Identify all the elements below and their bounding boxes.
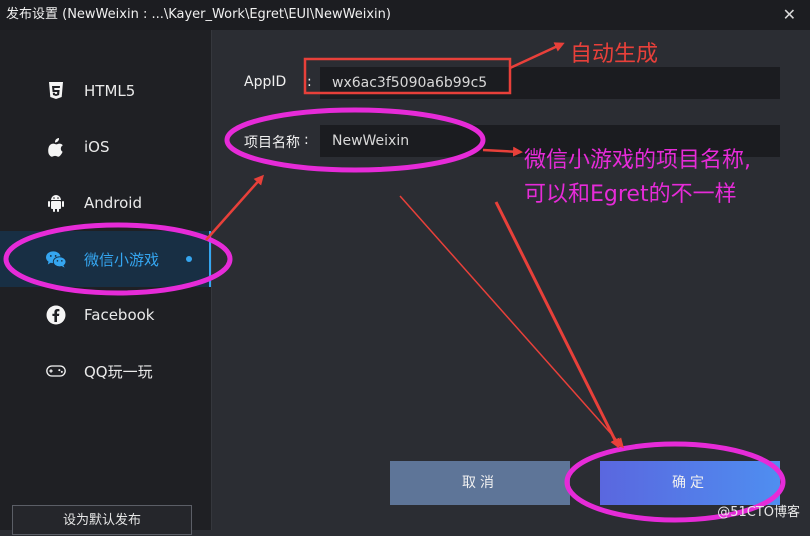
confirm-button[interactable]: 确定	[600, 461, 780, 505]
arrow-to-wechat	[205, 174, 264, 241]
sidebar-item-qq-play[interactable]: QQ玩一玩	[0, 343, 212, 399]
facebook-icon	[46, 305, 66, 325]
sidebar-item-android[interactable]: Android	[0, 175, 212, 231]
sidebar-item-label: iOS	[84, 138, 110, 156]
arrow-appid	[509, 42, 565, 70]
cancel-button[interactable]: 取消	[390, 461, 570, 505]
sidebar-item-facebook[interactable]: Facebook	[0, 287, 212, 343]
watermark: @51CTO博客	[717, 505, 800, 520]
sidebar-item-label: HTML5	[84, 82, 136, 100]
sidebar: HTML5 iOS Android 微信小游戏 Facebook QQ玩一玩 设…	[0, 30, 212, 535]
project-name-colon: :	[304, 132, 309, 148]
annotation-project-note-line1: 微信小游戏的项目名称,	[524, 148, 751, 173]
title-bar: 发布设置 (NewWeixin : ...\Kayer_Work\Egret\E…	[0, 0, 810, 30]
sidebar-item-ios[interactable]: iOS	[0, 119, 212, 175]
annotation-auto-generate: 自动生成	[570, 42, 659, 67]
arrow-to-confirm	[494, 201, 620, 449]
sidebar-item-label: Facebook	[84, 306, 155, 324]
sidebar-item-label: Android	[84, 194, 142, 212]
sidebar-item-label: 微信小游戏	[84, 250, 160, 269]
project-name-label: 项目名称	[244, 135, 300, 151]
apple-icon	[46, 137, 66, 157]
sidebar-item-label: QQ玩一玩	[84, 362, 153, 381]
sidebar-divider	[211, 30, 212, 530]
active-indicator-dot	[186, 256, 192, 262]
appid-input[interactable]: wx6ac3f5090a6b99c5	[320, 67, 780, 99]
annotation-project-note-line2: 可以和Egret的不一样	[524, 182, 737, 207]
set-default-button[interactable]: 设为默认发布	[12, 505, 192, 535]
wechat-icon	[46, 249, 66, 269]
appid-colon: :	[307, 74, 312, 90]
html5-icon	[46, 81, 66, 101]
appid-label: AppID	[244, 74, 287, 90]
arrow-to-confirm-thin	[399, 195, 624, 449]
gamepad-icon	[46, 361, 66, 381]
window-title: 发布设置 (NewWeixin : ...\Kayer_Work\Egret\E…	[6, 7, 391, 22]
sidebar-item-wechat-minigame[interactable]: 微信小游戏	[0, 231, 212, 287]
android-icon	[46, 193, 66, 213]
close-icon[interactable]: ✕	[783, 0, 796, 30]
sidebar-item-html5[interactable]: HTML5	[0, 63, 212, 119]
